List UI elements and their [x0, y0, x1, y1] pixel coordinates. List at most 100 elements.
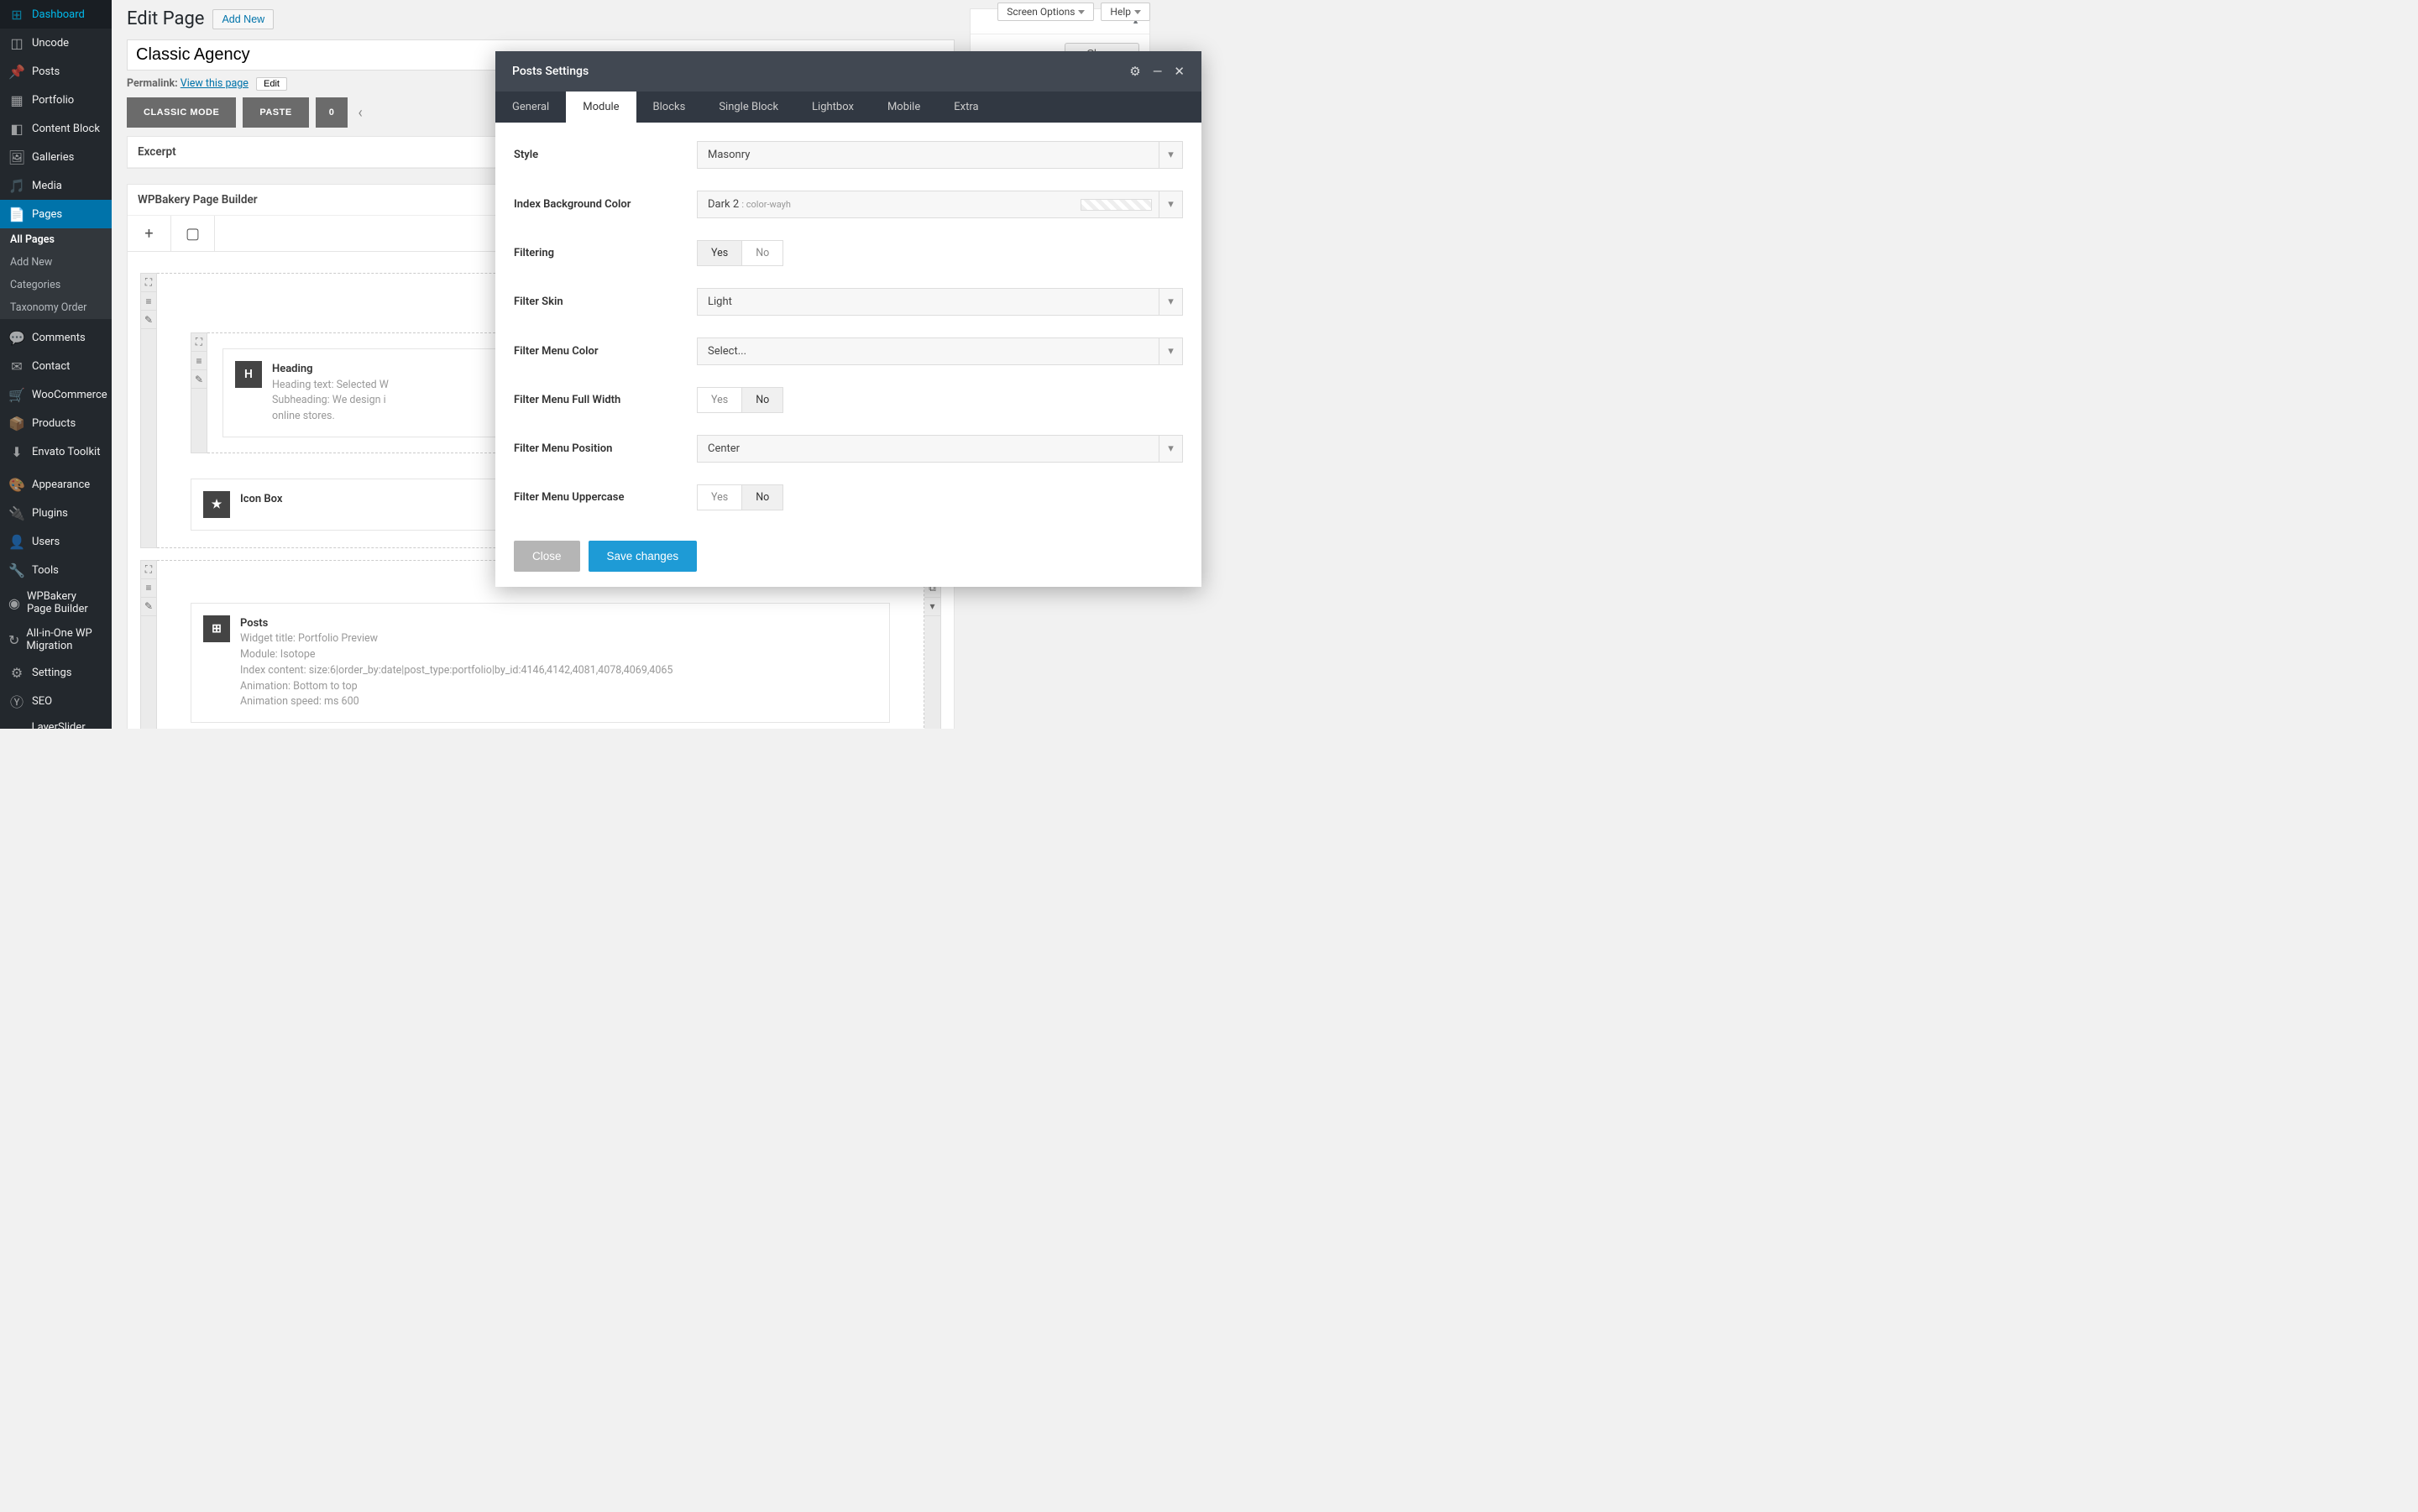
permalink-link[interactable]: View this page — [181, 77, 249, 90]
chevron-down-icon[interactable]: ▾ — [924, 598, 940, 616]
filtering-label: Filtering — [514, 247, 697, 259]
sidebar-item-seo[interactable]: ⓎSEO — [0, 687, 112, 715]
modal-save-button[interactable]: Save changes — [589, 541, 698, 572]
sidebar-icon: 👤 — [8, 533, 25, 550]
sidebar-item-portfolio[interactable]: ▦Portfolio — [0, 86, 112, 114]
menu-icon[interactable]: ≡ — [141, 579, 156, 598]
sidebar-item-contact[interactable]: ✉ Contact — [0, 352, 112, 380]
sidebar-item-label: Posts — [32, 65, 60, 78]
expand-icon[interactable]: ⛶ — [191, 333, 207, 352]
screen-options-button[interactable]: Screen Options — [997, 3, 1094, 21]
filter-uppercase-toggle[interactable]: YesNo — [697, 484, 783, 510]
permalink-label: Permalink: — [127, 77, 178, 90]
sidebar-item-content-block[interactable]: ◧Content Block — [0, 114, 112, 143]
edit-icon[interactable]: ✎ — [191, 370, 207, 389]
sidebar-item-posts[interactable]: 📌Posts — [0, 57, 112, 86]
sidebar-item-settings[interactable]: ⚙Settings — [0, 658, 112, 687]
counter-button[interactable]: 0 — [316, 97, 348, 128]
filter-skin-label: Filter Skin — [514, 296, 697, 308]
gear-icon[interactable]: ⚙ — [1129, 64, 1140, 79]
modal-tab-single-block[interactable]: Single Block — [702, 92, 795, 123]
sidebar-subitem[interactable]: All Pages — [0, 228, 112, 251]
sidebar-item-label: WooCommerce — [32, 389, 107, 401]
add-new-button[interactable]: Add New — [212, 9, 274, 29]
sidebar-icon: 🛒 — [8, 386, 25, 403]
sidebar-item-label: Comments — [32, 332, 86, 344]
sidebar-item-tools[interactable]: 🔧Tools — [0, 556, 112, 584]
sidebar-item-label: Tools — [32, 564, 59, 577]
sidebar-item-label: All-in-One WP Migration — [26, 627, 103, 652]
sidebar-item-comments[interactable]: 💬 Comments — [0, 323, 112, 352]
filter-full-width-label: Filter Menu Full Width — [514, 394, 697, 406]
sidebar-icon: ◫ — [8, 34, 25, 51]
sidebar-item-label: Pages — [32, 208, 62, 221]
modal-tab-extra[interactable]: Extra — [937, 92, 995, 123]
filtering-toggle[interactable]: YesNo — [697, 240, 783, 266]
sidebar-item-wpbakery-page-builder[interactable]: ◉WPBakery Page Builder — [0, 584, 112, 621]
sidebar-subitem[interactable]: Taxonomy Order — [0, 296, 112, 319]
sidebar-item-label: Contact — [32, 360, 70, 373]
menu-icon[interactable]: ≡ — [191, 352, 207, 370]
menu-icon[interactable]: ≡ — [141, 292, 156, 311]
heading-block-icon: H — [235, 361, 262, 388]
filter-full-width-toggle[interactable]: YesNo — [697, 387, 783, 413]
modal-close-button[interactable]: Close — [514, 541, 580, 572]
expand-icon[interactable]: ⛶ — [141, 561, 156, 579]
template-button[interactable]: ▢ — [171, 216, 215, 251]
sidebar-item-woocommerce[interactable]: 🛒 WooCommerce — [0, 380, 112, 409]
admin-sidebar: ⊞Dashboard◫Uncode📌Posts▦Portfolio◧Conten… — [0, 0, 112, 729]
modal-tab-mobile[interactable]: Mobile — [871, 92, 937, 123]
style-select[interactable]: Masonry▾ — [697, 141, 1183, 169]
sidebar-icon: 🎨 — [8, 476, 25, 493]
sidebar-icon: ≡ — [8, 725, 25, 729]
classic-mode-button[interactable]: CLASSIC MODE — [127, 97, 236, 128]
sidebar-item-label: Plugins — [32, 507, 68, 520]
sidebar-item-dashboard[interactable]: ⊞Dashboard — [0, 0, 112, 29]
sidebar-item-users[interactable]: 👤Users — [0, 527, 112, 556]
sidebar-icon: 🔌 — [8, 505, 25, 521]
sidebar-item-pages[interactable]: 📄Pages — [0, 200, 112, 228]
sidebar-item-all-in-one-wp-migration[interactable]: ↻All-in-One WP Migration — [0, 621, 112, 658]
chevron-left-icon[interactable]: ‹ — [358, 104, 362, 122]
modal-tab-general[interactable]: General — [495, 92, 566, 123]
edit-icon[interactable]: ✎ — [141, 598, 156, 616]
bgcolor-label: Index Background Color — [514, 198, 697, 211]
sidebar-icon: ◧ — [8, 120, 25, 137]
sidebar-item-galleries[interactable]: 🖼Galleries — [0, 143, 112, 171]
sidebar-icon: Ⓨ — [8, 693, 25, 709]
permalink-edit-button[interactable]: Edit — [256, 77, 287, 91]
expand-icon[interactable]: ⛶ — [141, 274, 156, 292]
builder-panel-title: WPBakery Page Builder — [138, 193, 258, 207]
help-button[interactable]: Help — [1101, 3, 1150, 21]
modal-title: Posts Settings — [512, 65, 589, 78]
modal-tab-module[interactable]: Module — [566, 92, 636, 123]
posts-block[interactable]: ⊞ Posts Widget title: Portfolio Preview … — [191, 603, 890, 723]
sidebar-item-envato-toolkit[interactable]: ⬇Envato Toolkit — [0, 437, 112, 466]
sidebar-icon: ✉ — [8, 358, 25, 374]
excerpt-panel-title: Excerpt — [138, 145, 176, 159]
sidebar-subitem[interactable]: Add New — [0, 251, 112, 274]
paste-button[interactable]: PASTE — [243, 97, 308, 128]
sidebar-item-layerslider-wp[interactable]: ≡LayerSlider WP — [0, 715, 112, 729]
edit-icon[interactable]: ✎ — [141, 311, 156, 329]
filter-skin-select[interactable]: Light▾ — [697, 288, 1183, 316]
bgcolor-select[interactable]: Dark 2 : color-wayh▾ — [697, 191, 1183, 218]
sidebar-icon: 💬 — [8, 329, 25, 346]
style-label: Style — [514, 149, 697, 161]
sidebar-icon: ▦ — [8, 92, 25, 108]
filter-menu-color-select[interactable]: Select...▾ — [697, 337, 1183, 365]
add-element-button[interactable]: + — [128, 216, 171, 251]
filter-menu-color-label: Filter Menu Color — [514, 345, 697, 358]
filter-uppercase-label: Filter Menu Uppercase — [514, 491, 697, 504]
modal-tab-blocks[interactable]: Blocks — [636, 92, 703, 123]
modal-tab-lightbox[interactable]: Lightbox — [795, 92, 871, 123]
sidebar-item-appearance[interactable]: 🎨Appearance — [0, 470, 112, 499]
close-icon[interactable]: ✕ — [1174, 64, 1185, 79]
sidebar-subitem[interactable]: Categories — [0, 274, 112, 296]
sidebar-item-products[interactable]: 📦Products — [0, 409, 112, 437]
sidebar-item-uncode[interactable]: ◫Uncode — [0, 29, 112, 57]
sidebar-item-media[interactable]: 🎵Media — [0, 171, 112, 200]
filter-position-select[interactable]: Center▾ — [697, 435, 1183, 463]
sidebar-item-plugins[interactable]: 🔌 Plugins — [0, 499, 112, 527]
minimize-icon[interactable]: — — [1153, 64, 1163, 79]
